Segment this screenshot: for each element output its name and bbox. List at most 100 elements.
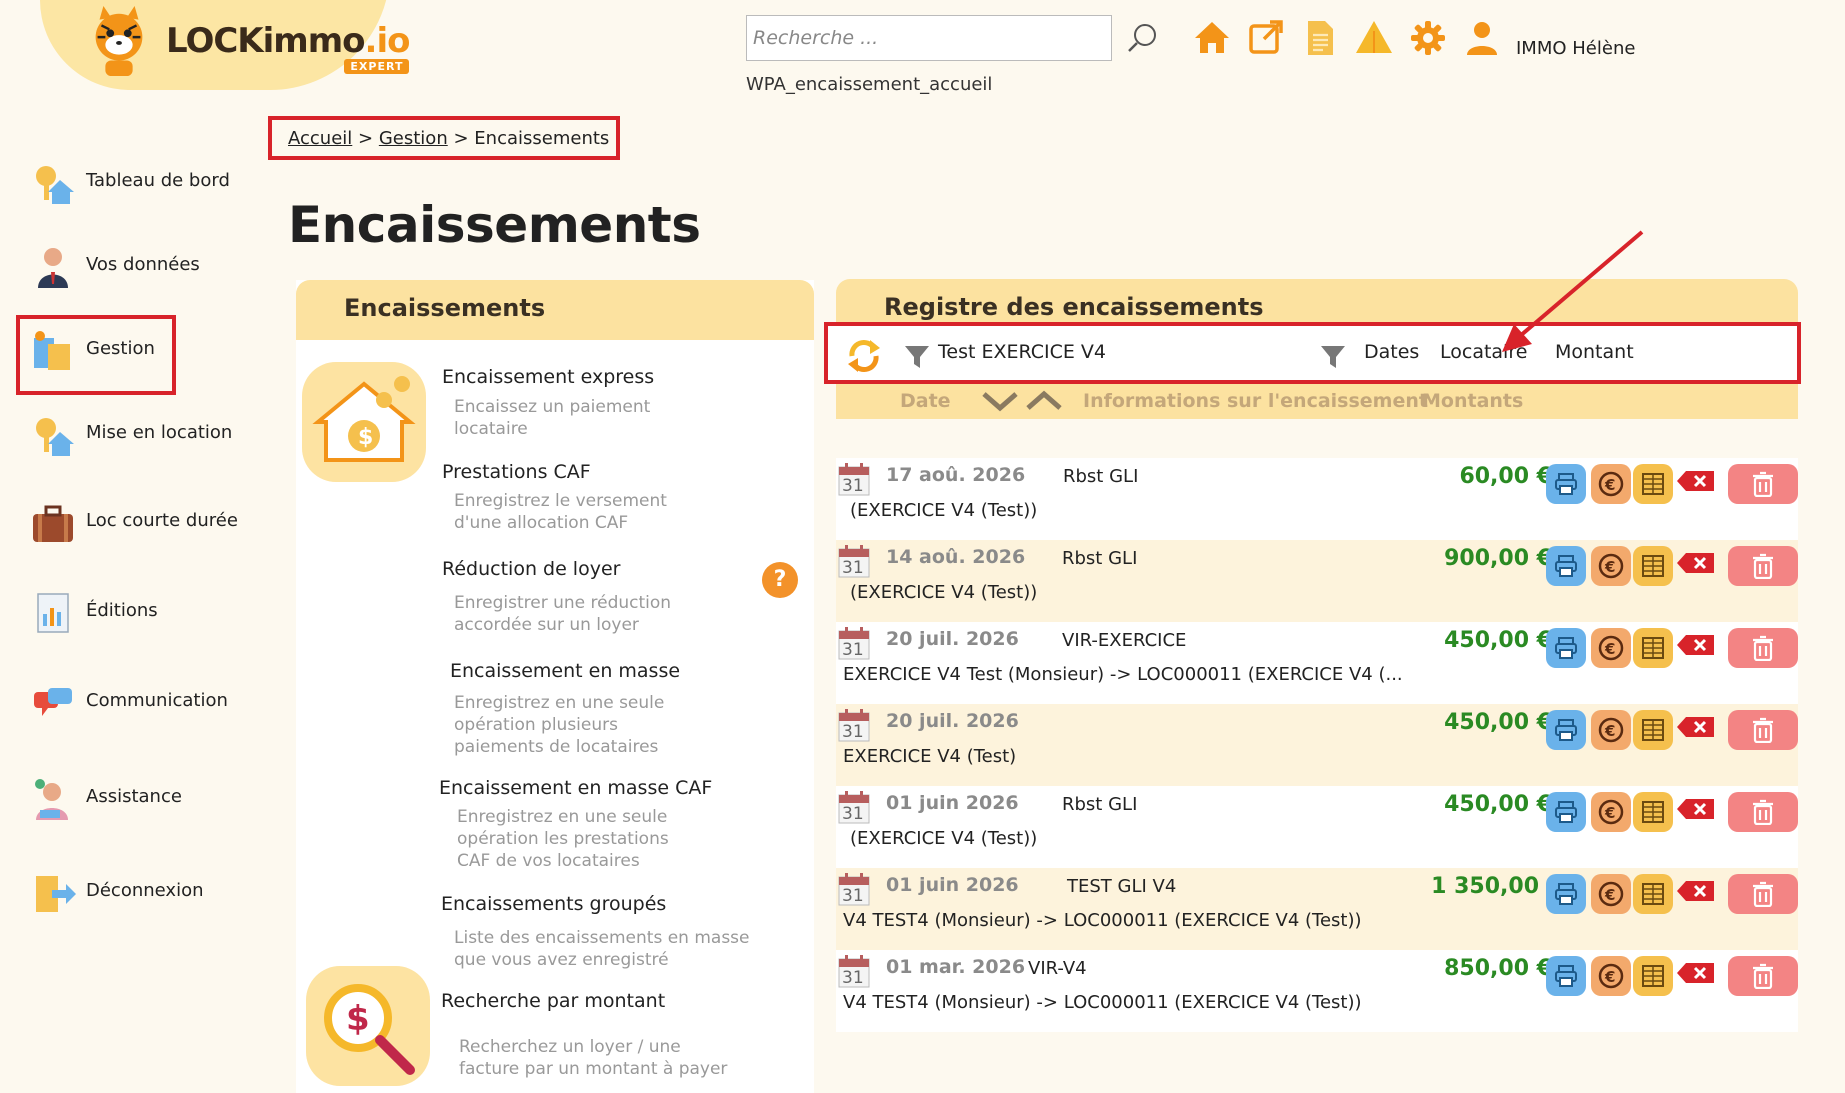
user-button[interactable] xyxy=(1462,18,1502,58)
sort-filter-icon[interactable] xyxy=(1320,344,1346,370)
print-button[interactable] xyxy=(1546,956,1586,996)
alert-button[interactable] xyxy=(1354,18,1394,58)
active-filter-label[interactable]: Test EXERCICE V4 xyxy=(938,341,1106,363)
sidebar-item-label: Éditions xyxy=(86,600,158,621)
actions-panel-title: Encaissements xyxy=(344,294,546,322)
allocation-button[interactable] xyxy=(1633,792,1673,832)
print-button[interactable] xyxy=(1546,628,1586,668)
table-row[interactable]: 31 17 aoû. 2026 Rbst GLI (EXERCICE V4 (T… xyxy=(836,458,1798,540)
sort-by-locataire[interactable]: Locataire xyxy=(1440,341,1527,363)
encaissements-groupes-link[interactable]: Encaissements groupés xyxy=(441,893,666,915)
allocation-button[interactable] xyxy=(1633,710,1673,750)
brand-logo[interactable]: LOCKimmo.io EXPERT xyxy=(80,4,410,78)
user-name[interactable]: IMMO Hélène xyxy=(1516,38,1635,59)
refresh-icon[interactable] xyxy=(846,338,882,374)
action-description: locataire xyxy=(454,419,528,439)
encaissement-express-link[interactable]: Encaissement express xyxy=(442,366,654,388)
table-row[interactable]: 31 01 juin 2026 TEST GLI V4 V4 TEST4 (Mo… xyxy=(836,868,1798,950)
sidebar-item-deconnexion[interactable]: Déconnexion xyxy=(30,870,204,916)
delete-button[interactable] xyxy=(1728,464,1798,504)
printer-icon xyxy=(1555,801,1577,823)
external-link-button[interactable] xyxy=(1246,18,1286,58)
table-row[interactable]: 31 01 juin 2026 Rbst GLI (EXERCICE V4 (T… xyxy=(836,786,1798,868)
allocation-button[interactable] xyxy=(1633,546,1673,586)
table-row[interactable]: 31 20 juil. 2026 VIR-EXERCICE EXERCICE V… xyxy=(836,622,1798,704)
dashboard-keys-icon xyxy=(36,166,74,204)
delete-button[interactable] xyxy=(1728,874,1798,914)
sort-by-dates[interactable]: Dates xyxy=(1364,341,1419,363)
print-button[interactable] xyxy=(1546,792,1586,832)
payment-button[interactable]: € xyxy=(1591,546,1631,586)
payment-button[interactable]: € xyxy=(1591,710,1631,750)
delete-button[interactable] xyxy=(1728,710,1798,750)
action-description: que vous avez enregistré xyxy=(454,950,669,970)
cancel-button[interactable] xyxy=(1676,878,1716,904)
table-row[interactable]: 31 20 juil. 2026 EXERCICE V4 (Test) 450,… xyxy=(836,704,1798,786)
payment-button[interactable]: € xyxy=(1591,874,1631,914)
sort-desc-icon[interactable] xyxy=(980,386,1020,414)
allocation-button[interactable] xyxy=(1633,874,1673,914)
breadcrumb-section-link[interactable]: Gestion xyxy=(379,128,448,149)
prestations-caf-link[interactable]: Prestations CAF xyxy=(442,461,591,483)
settings-button[interactable] xyxy=(1408,18,1448,58)
printer-icon xyxy=(1555,473,1577,495)
sidebar-item-loc-courte-duree[interactable]: Loc courte durée xyxy=(30,500,238,546)
search-input[interactable] xyxy=(746,15,1112,61)
payment-label: VIR-V4 xyxy=(1028,958,1087,979)
payment-button[interactable]: € xyxy=(1591,628,1631,668)
document-button[interactable] xyxy=(1300,18,1340,58)
encaissement-en-masse-link[interactable]: Encaissement en masse xyxy=(450,660,680,682)
calendar-day: 31 xyxy=(842,558,864,578)
payment-info: (EXERCICE V4 (Test)) xyxy=(850,828,1038,849)
print-button[interactable] xyxy=(1546,874,1586,914)
table-row[interactable]: 31 14 aoû. 2026 Rbst GLI (EXERCICE V4 (T… xyxy=(836,540,1798,622)
payment-date: 01 mar. 2026 xyxy=(886,956,1026,978)
cancel-button[interactable] xyxy=(1676,632,1716,658)
encaissement-en-masse-caf-link[interactable]: Encaissement en masse CAF xyxy=(439,777,712,799)
help-icon[interactable]: ? xyxy=(762,562,798,598)
external-link-icon xyxy=(1249,20,1283,54)
cancel-button[interactable] xyxy=(1676,960,1716,986)
sidebar-item-communication[interactable]: Communication xyxy=(30,680,228,726)
trash-icon xyxy=(1753,635,1773,661)
grid-icon xyxy=(1642,555,1664,577)
trash-icon xyxy=(1753,553,1773,579)
cancel-button[interactable] xyxy=(1676,468,1716,494)
euro-icon: € xyxy=(1598,553,1624,579)
print-button[interactable] xyxy=(1546,710,1586,750)
print-button[interactable] xyxy=(1546,546,1586,586)
allocation-button[interactable] xyxy=(1633,956,1673,996)
cancel-button[interactable] xyxy=(1676,714,1716,740)
home-button[interactable] xyxy=(1192,18,1232,58)
cancel-button[interactable] xyxy=(1676,796,1716,822)
table-row[interactable]: 31 01 mar. 2026 VIR-V4 V4 TEST4 (Monsieu… xyxy=(836,950,1798,1032)
recherche-par-montant-link[interactable]: Recherche par montant xyxy=(441,990,665,1012)
print-button[interactable] xyxy=(1546,464,1586,504)
filter-icon[interactable] xyxy=(904,344,930,370)
payment-button[interactable]: € xyxy=(1591,464,1631,504)
delete-button[interactable] xyxy=(1728,792,1798,832)
sidebar-item-tableau-de-bord[interactable]: Tableau de bord xyxy=(30,160,230,206)
sort-by-montant[interactable]: Montant xyxy=(1555,341,1634,363)
delete-button[interactable] xyxy=(1728,956,1798,996)
allocation-button[interactable] xyxy=(1633,464,1673,504)
payment-button[interactable]: € xyxy=(1591,792,1631,832)
payment-date: 17 aoû. 2026 xyxy=(886,464,1026,486)
breadcrumb-home-link[interactable]: Accueil xyxy=(288,128,352,149)
sidebar-item-assistance[interactable]: Assistance xyxy=(30,776,182,822)
sort-asc-icon[interactable] xyxy=(1024,386,1064,414)
delete-button[interactable] xyxy=(1728,546,1798,586)
reduction-de-loyer-link[interactable]: Réduction de loyer xyxy=(442,558,620,580)
sidebar-item-mise-en-location[interactable]: Mise en location xyxy=(30,412,232,458)
search-button[interactable] xyxy=(1124,20,1162,58)
delete-button[interactable] xyxy=(1728,628,1798,668)
trash-icon xyxy=(1753,881,1773,907)
allocation-button[interactable] xyxy=(1633,628,1673,668)
sidebar-item-editions[interactable]: Éditions xyxy=(30,590,158,636)
sidebar-item-gestion[interactable]: Gestion xyxy=(30,328,155,374)
sidebar-item-vos-donnees[interactable]: Vos données xyxy=(30,244,200,290)
sidebar-item-label: Gestion xyxy=(86,338,155,359)
cancel-button[interactable] xyxy=(1676,550,1716,576)
column-header-amounts: Montants xyxy=(1422,390,1524,412)
payment-button[interactable]: € xyxy=(1591,956,1631,996)
